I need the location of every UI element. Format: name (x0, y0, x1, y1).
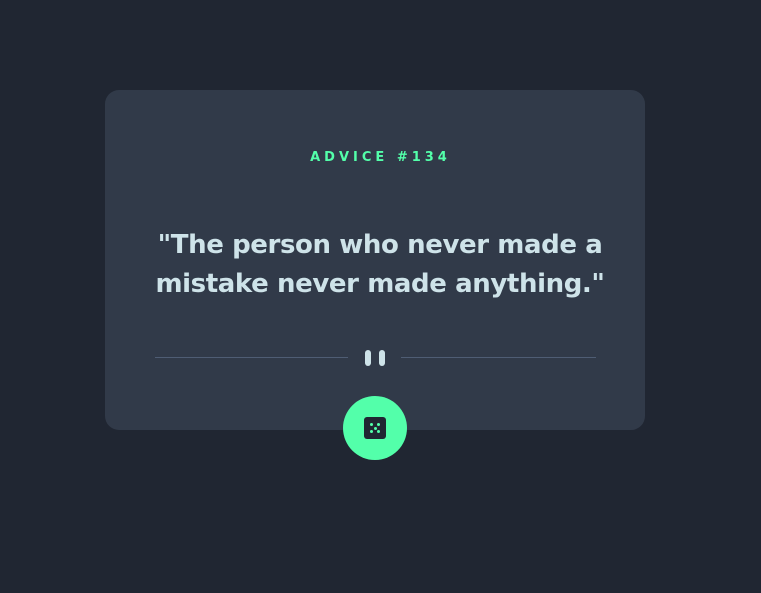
pause-bar-right (379, 350, 385, 366)
divider-line-left (155, 357, 348, 358)
divider-line-right (401, 357, 596, 358)
pause-bar-left (365, 350, 371, 366)
advice-quote: "The person who never made a mistake nev… (155, 230, 605, 299)
new-advice-button[interactable] (343, 396, 407, 460)
dice-icon (364, 417, 386, 439)
advice-id-label: ADVICE #134 (310, 150, 451, 165)
pause-icon (364, 350, 386, 366)
